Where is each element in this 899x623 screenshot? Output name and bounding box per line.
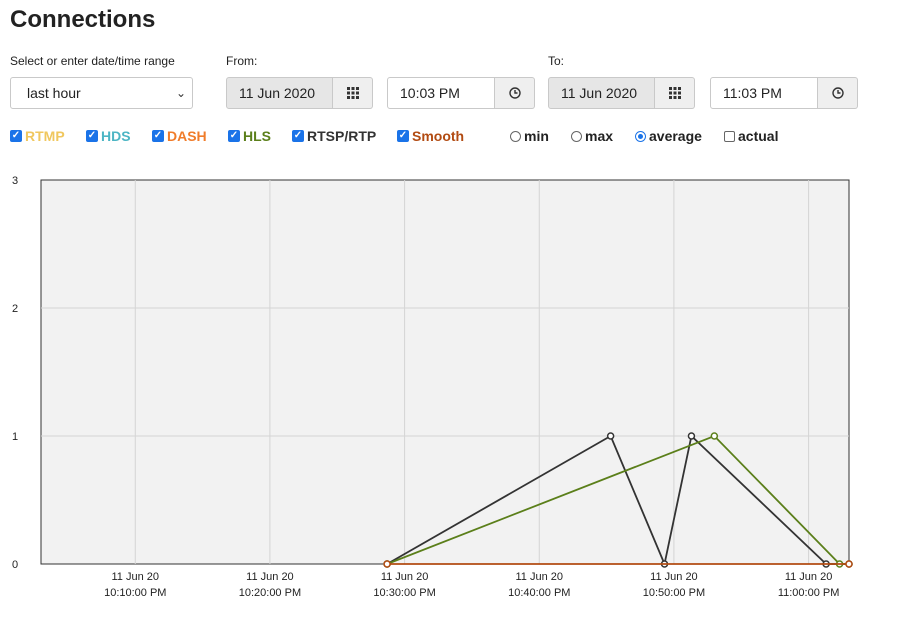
to-calendar-button[interactable] bbox=[655, 77, 695, 109]
protocol-label: RTSP/RTP bbox=[307, 128, 377, 144]
to-label: To: bbox=[548, 54, 565, 68]
data-point bbox=[835, 560, 844, 568]
x-tick-date: 11 Jun 20 bbox=[246, 571, 294, 583]
page-title: Connections bbox=[10, 6, 156, 33]
x-tick-time: 10:10:00 PM bbox=[104, 587, 166, 599]
checkbox-dash[interactable]: ✓ DASH bbox=[152, 128, 207, 144]
checkbox-box bbox=[724, 130, 735, 142]
to-date-field[interactable]: 11 Jun 2020 bbox=[548, 77, 655, 109]
checkbox-rtsp-rtp[interactable]: ✓ RTSP/RTP bbox=[292, 128, 376, 144]
radio-max[interactable]: max bbox=[571, 128, 613, 144]
from-label: From: bbox=[226, 54, 258, 68]
checkbox-hls[interactable]: ✓ HLS bbox=[228, 128, 271, 144]
y-tick-label: 0 bbox=[12, 559, 18, 571]
protocol-label: Smooth bbox=[412, 128, 465, 144]
chevron-down-icon: ⌄ bbox=[175, 86, 186, 100]
checkbox-rtmp[interactable]: ✓ RTMP bbox=[10, 128, 65, 144]
data-point bbox=[822, 560, 830, 568]
protocol-label: DASH bbox=[167, 128, 207, 144]
x-tick-time: 10:40:00 PM bbox=[508, 587, 570, 599]
checkmark-icon: ✓ bbox=[86, 130, 98, 142]
series-line bbox=[386, 434, 849, 568]
radio-circle bbox=[571, 130, 582, 142]
checkbox-smooth[interactable]: ✓ Smooth bbox=[397, 128, 464, 144]
data-point bbox=[845, 560, 853, 568]
calendar-grid-icon bbox=[346, 87, 359, 99]
range-select-value: last hour bbox=[27, 85, 81, 101]
to-time-field[interactable]: 11:03 PM bbox=[710, 77, 818, 109]
data-point bbox=[383, 560, 391, 568]
from-clock-button[interactable] bbox=[495, 77, 535, 109]
data-point bbox=[687, 432, 696, 440]
data-point bbox=[710, 432, 719, 440]
radio-min[interactable]: min bbox=[510, 128, 549, 144]
checkbox-hds[interactable]: ✓ HDS bbox=[86, 128, 131, 144]
x-tick-date: 11 Jun 20 bbox=[112, 571, 160, 583]
x-tick-date: 11 Jun 20 bbox=[516, 571, 564, 583]
to-clock-button[interactable] bbox=[818, 77, 858, 109]
from-date-value: 11 Jun 2020 bbox=[239, 85, 316, 101]
checkmark-icon: ✓ bbox=[10, 130, 22, 142]
checkmark-icon: ✓ bbox=[228, 130, 240, 142]
checkmark-icon: ✓ bbox=[397, 130, 409, 142]
clock-icon bbox=[508, 87, 521, 99]
series-lines bbox=[383, 432, 853, 568]
series-line bbox=[386, 434, 849, 565]
x-tick-date: 11 Jun 20 bbox=[381, 571, 429, 583]
clock-icon bbox=[831, 87, 844, 99]
calendar-grid-icon bbox=[668, 87, 681, 99]
protocol-label: RTMP bbox=[25, 128, 65, 144]
to-time-value: 11:03 PM bbox=[723, 85, 782, 101]
x-axis-ticks: 11 Jun 20 10:10:00 PM 11 Jun 20 10:20:00 PM… bbox=[104, 571, 839, 599]
data-point bbox=[660, 560, 669, 568]
radio-average[interactable]: average bbox=[635, 128, 702, 144]
y-tick-label: 1 bbox=[12, 431, 18, 443]
protocol-label: HDS bbox=[101, 128, 131, 144]
protocol-label: HLS bbox=[243, 128, 271, 144]
x-tick-time: 11:00:00 PM bbox=[778, 587, 840, 599]
range-select[interactable]: last hour ⌄ bbox=[10, 77, 193, 109]
x-tick-date: 11 Jun 20 bbox=[785, 571, 833, 583]
radio-label: max bbox=[585, 128, 614, 144]
grid-lines bbox=[41, 180, 849, 564]
data-point bbox=[383, 560, 391, 568]
y-axis-ticks: 0 1 2 3 bbox=[12, 175, 18, 571]
checkbox-actual[interactable]: actual bbox=[724, 128, 778, 144]
plot-area bbox=[40, 179, 850, 565]
y-tick-label: 2 bbox=[12, 303, 18, 315]
x-tick-time: 10:50:00 PM bbox=[643, 587, 705, 599]
from-calendar-button[interactable] bbox=[333, 77, 373, 109]
x-tick-time: 10:20:00 PM bbox=[239, 587, 301, 599]
data-point bbox=[383, 560, 391, 568]
data-point bbox=[606, 432, 615, 440]
radio-label: min bbox=[524, 128, 549, 144]
checkbox-label: actual bbox=[738, 128, 779, 144]
from-time-value: 10:03 PM bbox=[400, 85, 460, 101]
radio-circle bbox=[510, 130, 521, 142]
radio-circle bbox=[635, 130, 646, 142]
x-tick-date: 11 Jun 20 bbox=[650, 571, 698, 583]
checkmark-icon: ✓ bbox=[292, 130, 304, 142]
from-time-field[interactable]: 10:03 PM bbox=[387, 77, 495, 109]
radio-label: average bbox=[649, 128, 702, 144]
range-label: Select or enter date/time range bbox=[10, 54, 175, 68]
from-date-field[interactable]: 11 Jun 2020 bbox=[226, 77, 333, 109]
data-point bbox=[845, 560, 853, 568]
to-date-value: 11 Jun 2020 bbox=[561, 85, 638, 101]
x-tick-time: 10:30:00 PM bbox=[373, 587, 435, 599]
data-point bbox=[845, 560, 853, 568]
checkmark-icon: ✓ bbox=[152, 130, 164, 142]
y-tick-label: 3 bbox=[12, 175, 18, 187]
